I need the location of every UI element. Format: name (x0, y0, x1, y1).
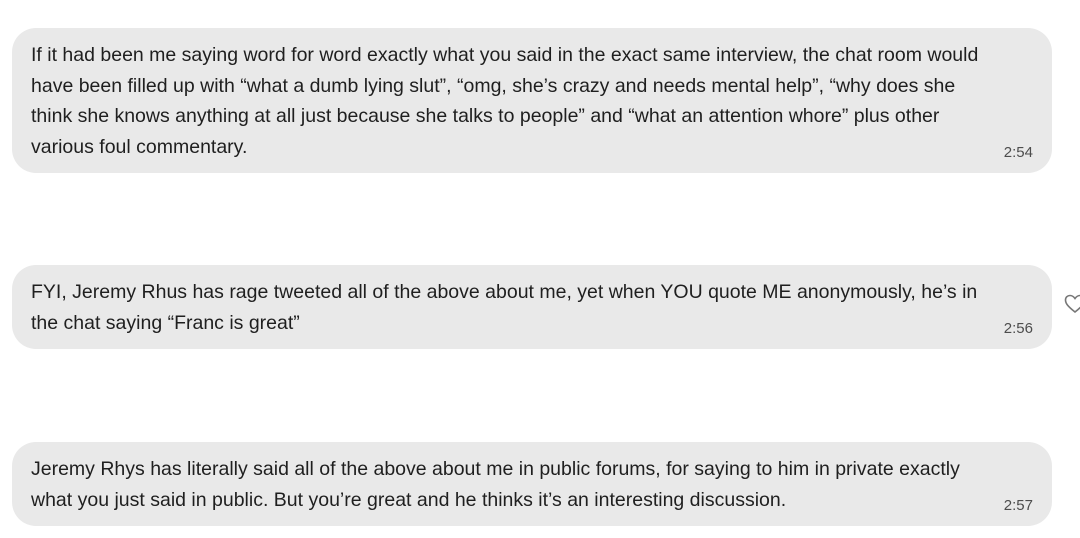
message-timestamp: 2:54 (1003, 144, 1033, 161)
chat-thread: If it had been me saying word for word e… (0, 0, 1080, 538)
message-timestamp: 2:57 (1003, 497, 1033, 514)
message-timestamp: 2:56 (1003, 320, 1033, 337)
message-bubble[interactable]: Jeremy Rhys has literally said all of th… (12, 442, 1052, 526)
message-text: Jeremy Rhys has literally said all of th… (31, 458, 960, 511)
message-bubble[interactable]: FYI, Jeremy Rhus has rage tweeted all of… (12, 265, 1052, 349)
message-text: FYI, Jeremy Rhus has rage tweeted all of… (31, 281, 978, 334)
message-text: If it had been me saying word for word e… (31, 44, 979, 158)
heart-icon[interactable] (1064, 294, 1080, 314)
message-bubble[interactable]: If it had been me saying word for word e… (12, 28, 1052, 173)
